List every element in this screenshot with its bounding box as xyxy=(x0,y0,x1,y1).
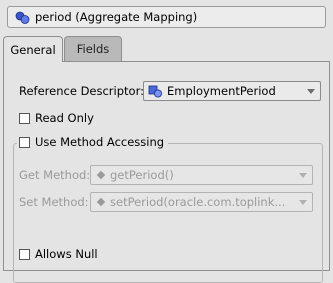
method-icon xyxy=(96,170,106,180)
method-icon xyxy=(96,197,106,207)
get-method-combo[interactable]: getPeriod() xyxy=(90,165,313,185)
allows-null-check[interactable] xyxy=(19,248,30,260)
use-method-accessing-label: Use Method Accessing xyxy=(35,135,165,149)
allows-null-label: Allows Null xyxy=(35,247,98,261)
use-method-accessing-check[interactable] xyxy=(19,136,30,148)
read-only-checkbox[interactable]: Read Only xyxy=(19,111,94,125)
allows-null-checkbox[interactable]: Allows Null xyxy=(19,247,98,261)
tab-fields[interactable]: Fields xyxy=(64,36,122,61)
read-only-check[interactable] xyxy=(19,112,30,124)
set-method-label: Set Method: xyxy=(19,195,89,209)
set-method-value: setPeriod(oracle.com.toplink... xyxy=(110,195,286,209)
set-method-combo[interactable]: setPeriod(oracle.com.toplink... xyxy=(90,192,313,212)
use-method-accessing-checkbox[interactable]: Use Method Accessing xyxy=(17,135,169,149)
mapping-title: period (Aggregate Mapping) xyxy=(35,10,198,24)
get-method-value: getPeriod() xyxy=(110,168,174,182)
tab-fields-label: Fields xyxy=(76,42,110,56)
tab-general-label: General xyxy=(10,42,56,57)
chevron-down-icon xyxy=(307,89,315,94)
chevron-down-icon xyxy=(299,200,307,205)
read-only-label: Read Only xyxy=(35,111,94,125)
descriptor-icon xyxy=(148,85,163,98)
chevron-down-icon xyxy=(299,173,307,178)
get-method-label: Get Method: xyxy=(19,168,91,182)
reference-descriptor-combo[interactable]: EmploymentPeriod xyxy=(143,81,321,101)
method-accessing-group xyxy=(13,143,323,283)
tab-general[interactable]: General xyxy=(3,36,63,62)
reference-descriptor-label: Reference Descriptor: xyxy=(19,84,144,98)
mapping-header: period (Aggregate Mapping) xyxy=(7,6,326,28)
aggregate-mapping-icon xyxy=(15,11,30,24)
general-panel: Reference Descriptor: EmploymentPeriod R… xyxy=(3,61,330,283)
reference-descriptor-value: EmploymentPeriod xyxy=(167,84,276,98)
